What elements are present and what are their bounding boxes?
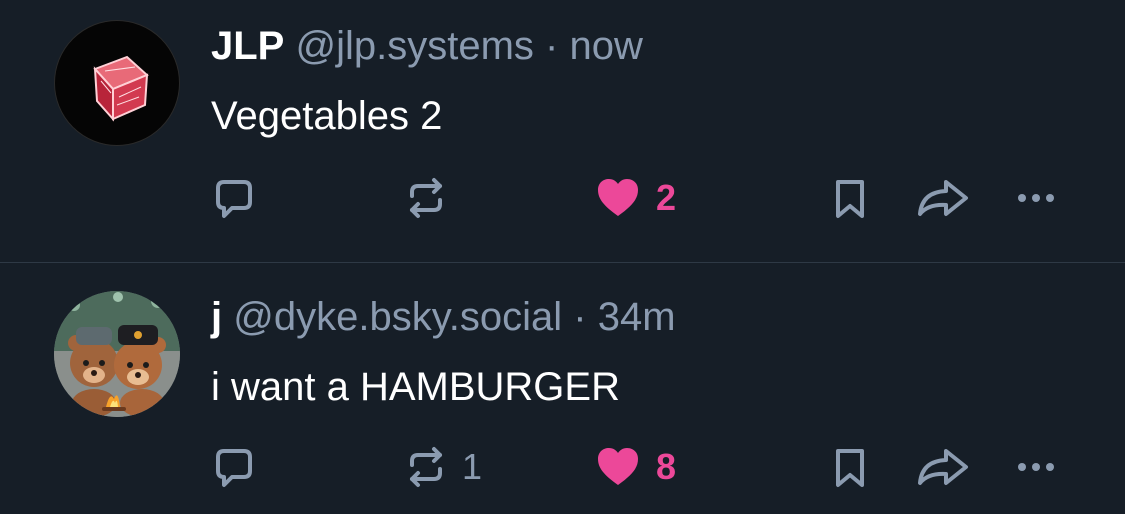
share-button[interactable] <box>914 174 970 222</box>
ellipsis-icon <box>1018 194 1054 202</box>
repost-button[interactable]: 1 <box>402 443 482 491</box>
avatar[interactable] <box>54 20 180 146</box>
ellipsis-icon <box>1018 463 1054 471</box>
feed-post[interactable]: JLP @jlp.systems · now Vegetables 2 2 <box>0 0 1125 262</box>
share-arrow-icon <box>918 449 968 485</box>
reply-button[interactable] <box>210 443 272 491</box>
post-header: JLP @jlp.systems · now <box>211 22 643 70</box>
repost-icon <box>410 178 442 218</box>
post-actions: 1 8 <box>0 443 1125 491</box>
post-feed: JLP @jlp.systems · now Vegetables 2 2 j … <box>0 0 1125 514</box>
heart-icon <box>598 448 638 485</box>
red-cube-icon <box>93 55 149 122</box>
author-handle[interactable]: @jlp.systems <box>295 24 533 68</box>
bookmark-icon <box>836 180 864 218</box>
bookmark-button[interactable] <box>826 443 874 491</box>
post-timestamp[interactable]: now <box>569 24 642 68</box>
post-actions: 2 <box>0 174 1125 222</box>
share-arrow-icon <box>918 180 968 216</box>
like-button[interactable]: 2 <box>594 174 676 222</box>
repost-button[interactable] <box>402 174 462 222</box>
repost-icon <box>410 447 442 487</box>
more-options-button[interactable] <box>1012 443 1060 491</box>
post-timestamp[interactable]: 34m <box>598 295 676 339</box>
more-options-button[interactable] <box>1012 174 1060 222</box>
post-header: j @dyke.bsky.social · 34m <box>211 293 676 341</box>
bookmark-button[interactable] <box>826 174 874 222</box>
reply-icon <box>216 449 252 487</box>
like-button[interactable]: 8 <box>594 443 676 491</box>
bears-campfire-icon <box>54 291 180 417</box>
reply-button[interactable] <box>210 174 272 222</box>
reply-icon <box>216 180 252 218</box>
repost-count: 1 <box>462 446 483 487</box>
author-name[interactable]: JLP <box>211 24 284 68</box>
post-text: Vegetables 2 <box>211 94 443 138</box>
post-text: i want a HAMBURGER <box>211 365 620 409</box>
separator-dot: · <box>573 295 587 339</box>
bookmark-icon <box>836 449 864 487</box>
like-count: 8 <box>656 446 677 487</box>
avatar[interactable] <box>54 291 180 417</box>
heart-icon <box>598 179 638 216</box>
share-button[interactable] <box>914 443 970 491</box>
separator-dot: · <box>545 24 559 68</box>
author-name[interactable]: j <box>211 295 222 339</box>
feed-post[interactable]: j @dyke.bsky.social · 34m i want a HAMBU… <box>0 263 1125 514</box>
author-handle[interactable]: @dyke.bsky.social <box>233 295 562 339</box>
like-count: 2 <box>656 177 677 218</box>
